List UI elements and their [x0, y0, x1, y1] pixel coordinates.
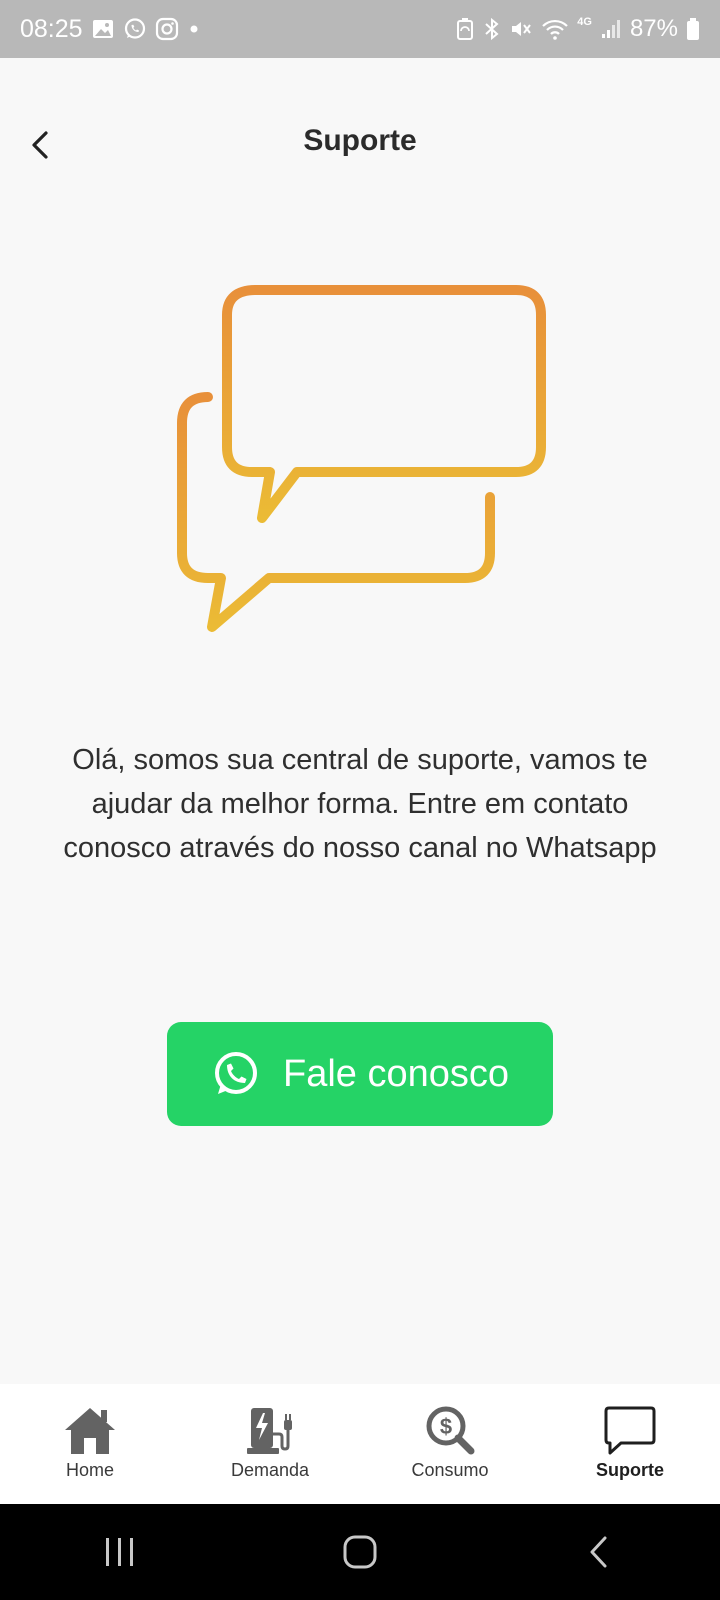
bottom-navigation: Home Demanda $ Consumo Suporte [0, 1384, 720, 1504]
chat-bubble-icon [604, 1406, 656, 1455]
battery-percent: 87% [629, 15, 678, 42]
status-left: 08:25 [20, 15, 201, 44]
home-circle-icon [343, 1535, 377, 1569]
page-title: Suporte [303, 124, 417, 157]
recent-apps-icon [106, 1538, 133, 1566]
support-message: Olá, somos sua central de suporte, vamos… [63, 744, 657, 864]
contact-button-label: Fale conosco [282, 1052, 509, 1095]
whatsapp-icon [214, 1052, 257, 1094]
whatsapp-icon [124, 18, 145, 39]
recent-apps-button[interactable] [90, 1522, 150, 1582]
gallery-icon [92, 20, 113, 38]
nav-label-home: Home [65, 1460, 114, 1480]
home-icon [65, 1408, 115, 1454]
nav-item-demanda[interactable]: Demanda [180, 1384, 360, 1504]
dollar-search-icon: $ [426, 1406, 475, 1455]
nav-item-home[interactable]: Home [0, 1384, 180, 1504]
contact-whatsapp-button[interactable]: Fale conosco [167, 1022, 553, 1126]
back-system-button[interactable] [570, 1522, 630, 1582]
status-time: 08:25 [20, 14, 83, 43]
signal-icon [601, 20, 620, 38]
network-type: 4G [577, 16, 592, 28]
nav-item-consumo[interactable]: $ Consumo [360, 1384, 540, 1504]
back-chevron-icon [590, 1536, 607, 1568]
nav-label-consumo: Consumo [411, 1460, 489, 1480]
system-navigation-bar [0, 1504, 720, 1600]
home-system-button[interactable] [330, 1522, 390, 1582]
svg-text:$: $ [440, 1414, 452, 1439]
ev-charger-icon [247, 1408, 292, 1454]
mute-icon [512, 22, 532, 36]
status-right: 4G 87% [455, 15, 700, 43]
chat-bubbles-illustration [177, 285, 546, 632]
dot-icon [190, 25, 198, 33]
battery-saver-icon [457, 18, 474, 40]
app-header: Suporte [0, 58, 720, 238]
nav-label-demanda: Demanda [230, 1460, 310, 1480]
status-bar: 08:25 4G 87% [0, 0, 720, 58]
instagram-icon [155, 17, 178, 41]
battery-icon [687, 18, 699, 40]
wifi-icon [542, 19, 569, 40]
bluetooth-icon [485, 17, 499, 41]
nav-label-suporte: Suporte [595, 1460, 664, 1480]
nav-item-suporte[interactable]: Suporte [540, 1384, 720, 1504]
